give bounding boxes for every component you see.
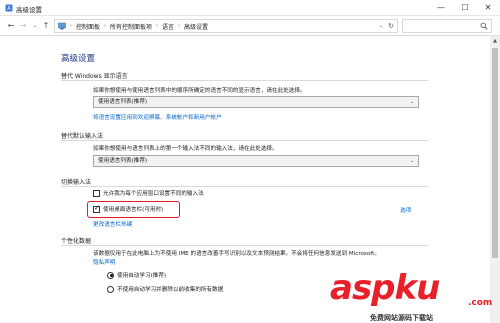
input-method-select[interactable]: 使用语言列表(推荐) ⌄ — [93, 155, 419, 167]
per-app-input-label: 允许我为每个应用窗口设置不同的输入法 — [103, 191, 204, 197]
breadcrumb-language[interactable]: 语言 — [162, 22, 174, 31]
search-icon — [480, 22, 488, 30]
radio-unselected[interactable] — [107, 285, 114, 293]
privacy-statement-link[interactable]: 隐私声明 — [93, 258, 115, 266]
auto-learning-label: 使用自动学习(推荐) — [117, 273, 167, 279]
recent-locations-button[interactable]: ⌄ — [30, 23, 40, 29]
divider — [61, 245, 428, 246]
breadcrumb-control-panel[interactable]: 控制面板 — [76, 22, 100, 31]
apply-to-welcome-link[interactable]: 将语言设置应用到欢迎屏幕、系统帐户和新用户帐户 — [93, 113, 222, 121]
chevron-down-icon[interactable]: ⌄ — [379, 23, 383, 29]
forward-button[interactable]: → — [18, 21, 28, 30]
personalization-desc: 该数据仅用于在此电脑上为不使用 IME 的语言改善手写识别以及文本预测结果。不会… — [93, 251, 380, 257]
close-button[interactable]: ✕ — [477, 0, 499, 16]
checkbox-unchecked[interactable] — [93, 189, 100, 197]
watermark-caption: 免费网站源码下载站 — [370, 314, 433, 322]
divider — [61, 140, 428, 141]
breadcrumb-advanced[interactable]: 高级设置 — [184, 22, 208, 31]
no-auto-learning-label: 不使用自动学习并删除以前收集的所有数据 — [117, 287, 224, 293]
radio-selected[interactable] — [107, 271, 114, 279]
override-input-desc: 如果你想使用与语言列表上的第一个输入法不同的输入法，请在此处选择。 — [93, 146, 278, 152]
title-bar: A 高级设置 — ☐ ✕ — [0, 0, 500, 16]
refresh-icon[interactable]: ↻ — [388, 22, 394, 30]
breadcrumb-sep: › — [70, 23, 72, 29]
display-language-value: 使用语言列表(推荐) — [98, 99, 148, 105]
display-language-select[interactable]: 使用语言列表(推荐) ⌄ — [93, 96, 419, 108]
address-bar: ← → ⌄ ↑ › 控制面板 › 所有控制面板项 › 语言 › 高级设置 ⌄ ↻ — [0, 16, 500, 36]
override-display-desc: 如果你想使用与使用语言列表中的顺序所确定的语言不同的显示语言，请在此处选择。 — [93, 88, 306, 94]
minimize-button[interactable]: — — [430, 0, 452, 16]
override-display-heading: 替代 Windows 显示语言 — [61, 73, 128, 80]
watermark-logo: aspku — [330, 268, 440, 308]
breadcrumb-all-items[interactable]: 所有控制面板项 — [110, 22, 152, 31]
breadcrumb-sep: › — [104, 23, 107, 29]
options-link[interactable]: 选项 — [400, 206, 411, 214]
svg-text:A: A — [7, 6, 11, 12]
back-button[interactable]: ← — [6, 21, 16, 30]
per-app-input-checkbox[interactable]: 允许我为每个应用窗口设置不同的输入法 — [93, 189, 204, 197]
change-hotkeys-link[interactable]: 更改语言栏热键 — [93, 220, 132, 228]
scroll-up-icon[interactable]: ▲ — [490, 36, 500, 46]
auto-learning-radio[interactable]: 使用自动学习(推荐) — [107, 271, 166, 279]
page-title: 高级设置 — [61, 54, 96, 64]
search-input[interactable] — [402, 19, 492, 33]
override-input-heading: 替代默认输入法 — [61, 133, 104, 140]
control-panel-icon — [58, 22, 66, 30]
divider — [61, 186, 428, 187]
switching-heading: 切换输入法 — [61, 179, 92, 186]
divider — [61, 80, 428, 81]
up-button[interactable]: ↑ — [41, 21, 51, 30]
input-method-value: 使用语言列表(推荐) — [98, 158, 148, 164]
chevron-down-icon: ⌄ — [409, 158, 414, 164]
watermark: aspku .com 免费网站源码下载站 — [330, 268, 500, 323]
chevron-down-icon: ⌄ — [409, 99, 414, 105]
window-title: 高级设置 — [16, 6, 42, 14]
personalization-heading: 个性化数据 — [61, 238, 92, 245]
watermark-suffix: .com — [468, 298, 493, 308]
maximize-button[interactable]: ☐ — [454, 0, 476, 16]
breadcrumb[interactable]: › 控制面板 › 所有控制面板项 › 语言 › 高级设置 ⌄ ↻ — [54, 19, 398, 33]
red-highlight-box — [87, 201, 180, 218]
breadcrumb-sep: › — [156, 23, 159, 29]
scroll-thumb[interactable] — [492, 48, 498, 258]
breadcrumb-sep: › — [178, 23, 181, 29]
no-auto-learning-radio[interactable]: 不使用自动学习并删除以前收集的所有数据 — [107, 285, 223, 293]
language-settings-icon: A — [5, 4, 13, 12]
